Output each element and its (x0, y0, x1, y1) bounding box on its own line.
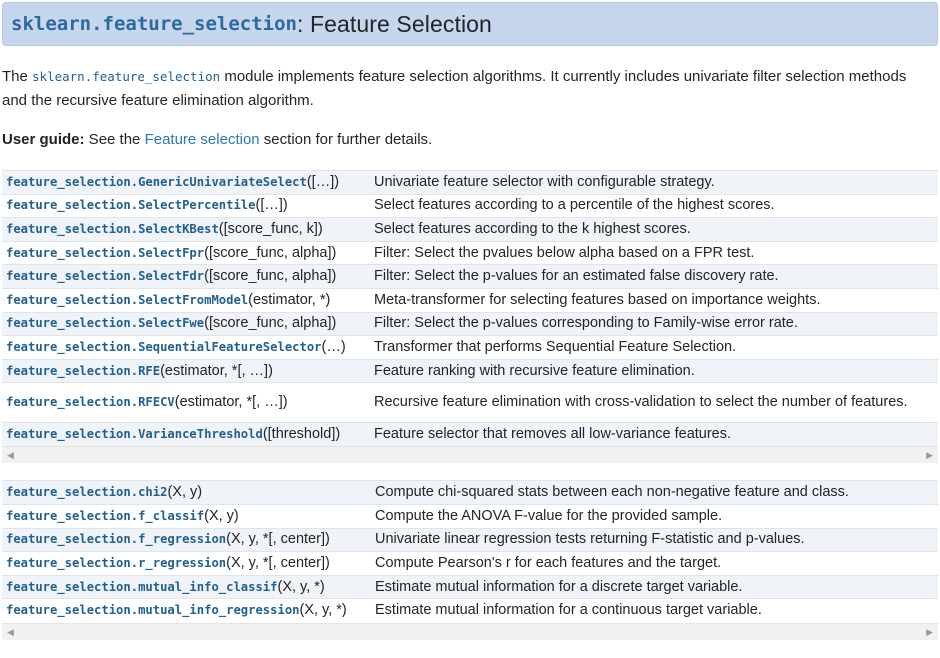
api-link[interactable]: feature_selection.mutual_info_classif (6, 580, 278, 594)
api-link[interactable]: feature_selection.RFE (6, 364, 160, 378)
api-description: Feature selector that removes all low-va… (370, 422, 938, 447)
table-row: feature_selection.RFECV(estimator, *[, …… (2, 382, 938, 423)
api-link[interactable]: feature_selection.SelectKBest (6, 222, 219, 236)
classes-table: feature_selection.GenericUnivariateSelec… (2, 170, 938, 447)
table-row: feature_selection.SelectKBest([score_fun… (2, 217, 938, 242)
api-description: Select features according to a percentil… (370, 193, 938, 218)
functions-table: feature_selection.chi2(X, y) Compute chi-… (2, 480, 938, 623)
api-description: Filter: Select the p-values correspondin… (370, 311, 938, 336)
api-description: Meta-transformer for selecting features … (370, 287, 938, 313)
table-row: feature_selection.SelectPercentile([…]) S… (2, 193, 938, 218)
functions-table-container: feature_selection.chi2(X, y) Compute chi-… (2, 480, 938, 640)
table-row: feature_selection.f_regression(X, y, *[,… (2, 527, 938, 552)
intro-paragraph: The sklearn.feature_selection module imp… (2, 68, 907, 109)
classes-table-container: feature_selection.GenericUnivariateSelec… (2, 170, 938, 464)
feature-selection-link[interactable]: Feature selection (145, 131, 260, 148)
api-description: Compute chi-squared stats between each n… (371, 480, 938, 505)
module-name[interactable]: sklearn.feature_selection (11, 10, 297, 39)
section-header: sklearn.feature_selection: Feature Selec… (2, 2, 938, 46)
api-description: Estimate mutual information for a contin… (371, 598, 938, 623)
api-link[interactable]: feature_selection.SequentialFeatureSelec… (6, 340, 322, 354)
api-link[interactable]: feature_selection.GenericUnivariateSelec… (6, 175, 307, 189)
api-description: Univariate feature selector with configu… (370, 170, 938, 195)
api-link[interactable]: feature_selection.f_classif (6, 509, 204, 523)
table-row: feature_selection.SelectFdr([score_func,… (2, 264, 938, 289)
scroll-left-icon[interactable]: ◀ (7, 447, 14, 463)
user-guide-paragraph: User guide: See the Feature selection se… (2, 131, 433, 148)
api-description: Compute Pearson's r for each features an… (371, 551, 938, 576)
table-row: feature_selection.SelectFwe([score_func,… (2, 311, 938, 336)
table-row: feature_selection.mutual_info_regression… (2, 598, 938, 623)
api-link[interactable]: feature_selection.SelectFdr (6, 269, 204, 283)
api-description: Filter: Select the pvalues below alpha b… (370, 240, 938, 265)
api-description: Recursive feature elimination with cross… (370, 382, 938, 423)
api-description: Compute the ANOVA F-value for the provid… (371, 504, 938, 529)
table-row: feature_selection.SequentialFeatureSelec… (2, 335, 938, 360)
api-link[interactable]: feature_selection.mutual_info_regression (6, 603, 300, 617)
api-description: Univariate linear regression tests retur… (371, 527, 938, 552)
api-link[interactable]: feature_selection.f_regression (6, 532, 226, 546)
table-row: feature_selection.f_classif(X, y) Compute… (2, 504, 938, 529)
table-row: feature_selection.GenericUnivariateSelec… (2, 170, 938, 195)
horizontal-scrollbar[interactable]: ◀ ▶ (2, 622, 938, 640)
table-row: feature_selection.RFE(estimator, *[, …])… (2, 358, 938, 383)
api-link[interactable]: feature_selection.SelectFromModel (6, 293, 248, 307)
table-row: feature_selection.chi2(X, y) Compute chi-… (2, 480, 938, 505)
scroll-right-icon[interactable]: ▶ (926, 624, 933, 640)
scroll-left-icon[interactable]: ◀ (7, 624, 14, 640)
api-link[interactable]: feature_selection.RFECV (6, 395, 175, 409)
api-description: Filter: Select the p-values for an estim… (370, 264, 938, 289)
api-description: Estimate mutual information for a discre… (371, 574, 938, 599)
table-row: feature_selection.VarianceThreshold([thr… (2, 422, 938, 447)
api-link[interactable]: feature_selection.SelectFpr (6, 246, 204, 260)
scroll-right-icon[interactable]: ▶ (926, 447, 933, 463)
user-guide-label: User guide: (2, 131, 85, 148)
horizontal-scrollbar[interactable]: ◀ ▶ (2, 446, 938, 464)
api-description: Feature ranking with recursive feature e… (370, 358, 938, 383)
intro-module-code: sklearn.feature_selection (32, 69, 221, 84)
table-row: feature_selection.mutual_info_classif(X,… (2, 574, 938, 599)
api-link[interactable]: feature_selection.SelectPercentile (6, 198, 255, 212)
api-description: Select features according to the k highe… (370, 217, 938, 242)
section-title: : Feature Selection (296, 10, 492, 37)
api-link[interactable]: feature_selection.chi2 (6, 485, 167, 499)
table-row: feature_selection.r_regression(X, y, *[,… (2, 551, 938, 576)
table-row: feature_selection.SelectFromModel(estima… (2, 287, 938, 313)
api-link[interactable]: feature_selection.VarianceThreshold (6, 427, 263, 441)
api-link[interactable]: feature_selection.r_regression (6, 556, 226, 570)
table-row: feature_selection.SelectFpr([score_func,… (2, 240, 938, 265)
doc-page: sklearn.feature_selection: Feature Selec… (0, 2, 940, 640)
api-description: Transformer that performs Sequential Fea… (370, 335, 938, 360)
api-link[interactable]: feature_selection.SelectFwe (6, 316, 204, 330)
